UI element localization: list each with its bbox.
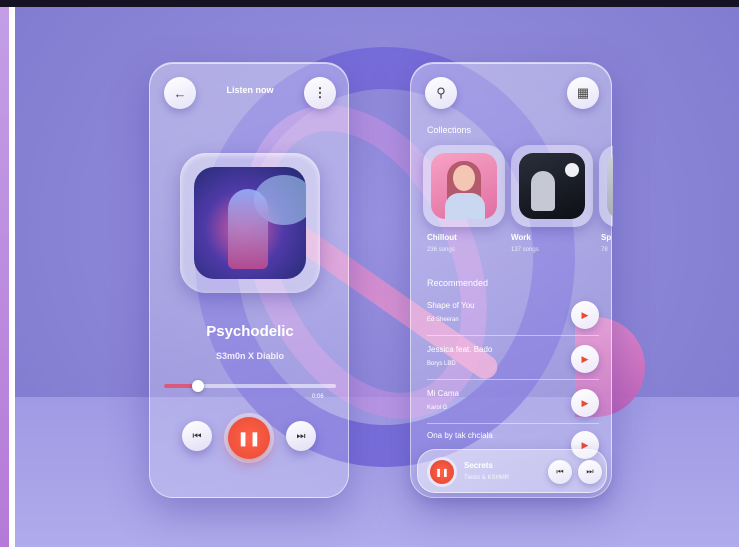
collection-card-work[interactable] — [511, 145, 593, 227]
track-play-button[interactable]: ▶ — [571, 389, 599, 417]
skip-next-icon: ⏭ — [586, 467, 594, 476]
divider — [427, 335, 599, 336]
figure-body — [445, 193, 485, 219]
track-play-button[interactable]: ▶ — [571, 301, 599, 329]
page-title: Listen now — [226, 85, 274, 95]
now-playing-panel: ← Listen now ⋮ Psychodelic S3m0n X Diabl… — [149, 62, 349, 498]
mini-next-button[interactable]: ⏭ — [578, 460, 602, 484]
divider — [427, 423, 599, 424]
track-artist: Ed Sheeran — [427, 317, 459, 323]
mini-track-name: Secrets — [464, 461, 493, 470]
collection-card-chillout[interactable] — [423, 145, 505, 227]
pause-icon: ❚❚ — [237, 429, 261, 446]
album-art-frame — [180, 153, 320, 293]
menu-button[interactable]: ⋮ — [304, 77, 336, 109]
collections-carousel: Chillout 236 songs Work 137 songs Sp 78 — [411, 63, 613, 263]
recommended-heading: Recommended — [427, 278, 489, 288]
song-artist: S3m0n X Diablo — [215, 351, 285, 361]
time-remaining: 0:06 — [312, 394, 324, 400]
figure-lamp — [565, 163, 579, 177]
more-vertical-icon: ⋮ — [313, 85, 327, 100]
mini-player[interactable]: ❚❚ Secrets Tiesto & KSHMR ⏮ ⏭ — [417, 449, 607, 493]
chillout-image — [431, 153, 497, 219]
album-art — [194, 167, 306, 279]
progress-bar[interactable] — [164, 380, 336, 392]
collection-count: 236 songs — [427, 247, 455, 253]
art-figure — [228, 189, 268, 269]
skip-previous-icon: ⏮ — [556, 467, 564, 476]
scene-background — [15, 7, 739, 547]
collection-card-third[interactable] — [599, 145, 613, 227]
play-icon: ▶ — [581, 353, 589, 364]
track-name: Ona by tak chciala — [427, 431, 493, 440]
collection-title: Chillout — [427, 233, 457, 242]
divider — [427, 379, 599, 380]
collection-count: 78 — [601, 247, 608, 253]
collection-title: Sp — [601, 233, 612, 242]
third-image — [607, 153, 613, 219]
figure-head — [453, 165, 475, 191]
track-artist: Borys LBD — [427, 361, 456, 367]
pause-icon: ❚❚ — [435, 467, 449, 477]
track-name: Jessica feat. Bado — [427, 345, 493, 354]
play-icon: ▶ — [581, 309, 589, 320]
top-border — [0, 0, 739, 7]
arrow-left-icon: ← — [173, 85, 187, 101]
track-artist: Karol G — [427, 405, 448, 411]
work-image — [519, 153, 585, 219]
pause-button[interactable]: ❚❚ — [228, 417, 270, 459]
progress-knob[interactable] — [192, 380, 205, 392]
previous-button[interactable]: ⏮ — [182, 421, 212, 451]
skip-next-icon: ⏭ — [296, 430, 306, 442]
left-border — [0, 7, 9, 547]
skip-previous-icon: ⏮ — [192, 430, 202, 442]
play-icon: ▶ — [581, 397, 589, 408]
song-title: Psychodelic — [206, 323, 294, 340]
mini-pause-button[interactable]: ❚❚ — [430, 460, 454, 484]
track-name: Shape of You — [427, 301, 475, 310]
figure-person — [531, 171, 555, 211]
collection-title: Work — [511, 233, 531, 242]
next-button[interactable]: ⏭ — [286, 421, 316, 451]
track-play-button[interactable]: ▶ — [571, 345, 599, 373]
back-button[interactable]: ← — [164, 77, 196, 109]
browse-panel: ⚲ ▦ Collections Chillout 236 songs Work … — [410, 62, 613, 498]
mini-previous-button[interactable]: ⏮ — [548, 460, 572, 484]
mini-track-artist: Tiesto & KSHMR — [464, 475, 510, 481]
track-name: Mi Cama — [427, 389, 460, 398]
collection-count: 137 songs — [511, 247, 539, 253]
